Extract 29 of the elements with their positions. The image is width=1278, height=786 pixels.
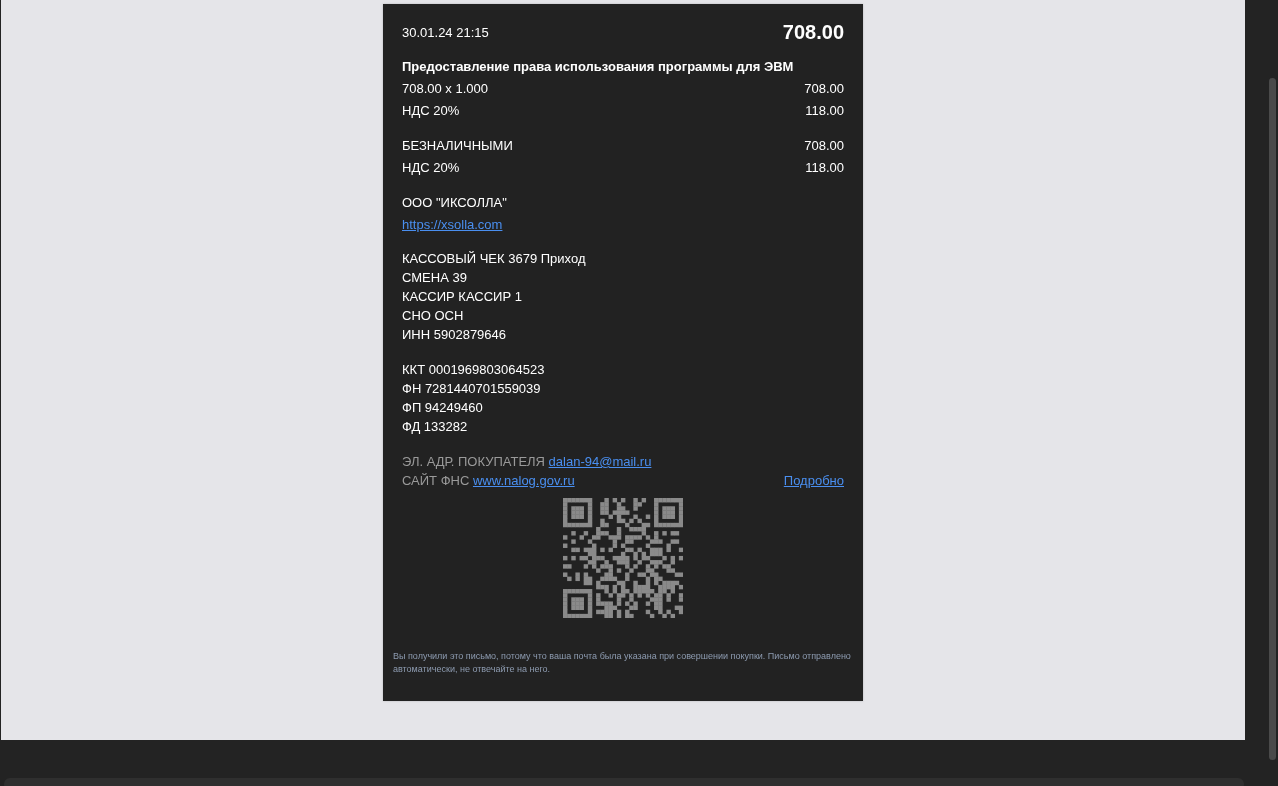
- item-name: Предоставление права использования программы для ЭВМ: [402, 59, 794, 74]
- row-amount: 708.00: [804, 137, 844, 155]
- seller-website-link[interactable]: https://xsolla.com: [402, 214, 503, 236]
- receipt-line: ФД 133282: [402, 419, 468, 434]
- receipt-datetime: 30.01.24 21:15: [402, 24, 489, 40]
- buyer-email-label: ЭЛ. АДР. ПОКУПАТЕЛЯ: [402, 454, 545, 469]
- fns-site-label: САЙТ ФНС: [402, 473, 470, 488]
- row-label: НДС 20%: [402, 102, 460, 120]
- receipt-line: СНО ОСН: [402, 308, 464, 323]
- receipt-line: ИНН 5902879646: [402, 327, 507, 342]
- receipt-line: КАССИР КАССИР 1: [402, 289, 522, 304]
- buyer-email-link[interactable]: dalan-94@mail.ru: [548, 454, 652, 469]
- footer-note: Вы получили это письмо, потому что ваша почта была указана при совершении покупки. Письмо отправлено автоматически, не отвечайте на него.: [393, 651, 851, 674]
- receipt-line: ККТ 0001969803064523: [402, 362, 545, 377]
- row-label: НДС 20%: [402, 159, 460, 177]
- row-amount: 118.00: [805, 102, 844, 120]
- fns-site-link[interactable]: www.nalog.gov.ru: [472, 473, 575, 488]
- seller-name: ООО "ИКСОЛЛА": [402, 194, 507, 212]
- details-link[interactable]: Подробно: [783, 471, 844, 490]
- row-amount: 118.00: [805, 159, 844, 177]
- row-label: БЕЗНАЛИЧНЫМИ: [402, 137, 513, 155]
- row-amount: 708.00: [804, 80, 844, 98]
- receipt-line: ФН 7281440701559039: [402, 381, 541, 396]
- row-label: 708.00 x 1.000: [402, 80, 489, 98]
- receipt-line: КАССОВЫЙ ЧЕК 3679 Приход: [402, 251, 586, 266]
- receipt-line: ФП 94249460: [402, 400, 483, 415]
- receipt-line: СМЕНА 39: [402, 270, 467, 285]
- scrollbar-thumb[interactable]: [1269, 78, 1276, 760]
- receipt-total: 708.00: [782, 20, 844, 44]
